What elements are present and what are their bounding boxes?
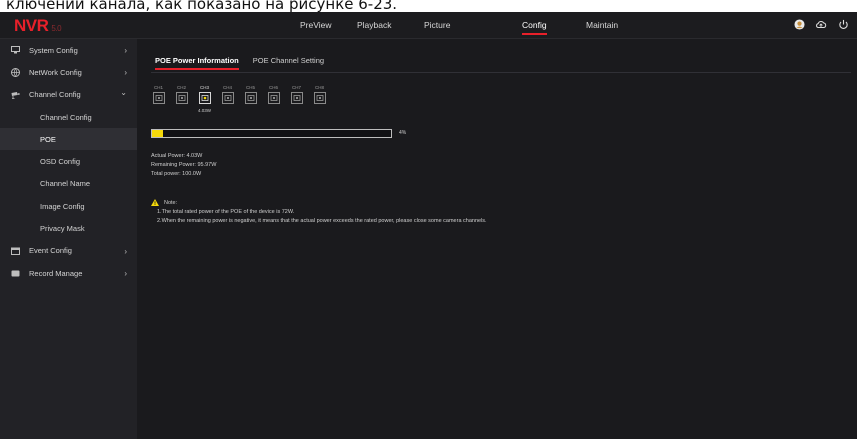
camera-port-icon bbox=[221, 92, 234, 104]
warning-icon bbox=[151, 198, 159, 208]
chevron-right-icon: › bbox=[124, 246, 127, 256]
camera-port-active-icon bbox=[198, 92, 211, 104]
camera-port-icon bbox=[267, 92, 280, 104]
chevron-right-icon: › bbox=[124, 68, 127, 78]
chevron-right-icon: › bbox=[124, 268, 127, 278]
sidebar-subitem-osd-config[interactable]: OSD Config bbox=[0, 150, 137, 172]
globe-icon bbox=[11, 67, 20, 77]
sidebar-item-record-manage[interactable]: Record Manage › bbox=[0, 262, 137, 284]
calendar-icon bbox=[11, 247, 20, 255]
camera-icon bbox=[11, 91, 20, 99]
power-icon[interactable] bbox=[837, 18, 849, 30]
user-icon[interactable] bbox=[793, 18, 805, 30]
camera-port-icon bbox=[290, 92, 303, 104]
main-content: POE Power Information POE Channel Settin… bbox=[137, 39, 857, 439]
note-section: Note: 1.The total rated power of the POE… bbox=[151, 198, 487, 226]
channel-ch1[interactable]: CH1 bbox=[151, 85, 166, 114]
nav-config[interactable]: Config bbox=[522, 20, 547, 35]
nav-picture[interactable]: Picture bbox=[424, 20, 450, 30]
note-title: Note: bbox=[164, 200, 178, 206]
total-power: Total power: 100.0W bbox=[151, 171, 202, 177]
sidebar-item-label: Event Config bbox=[29, 246, 72, 256]
nav-playback[interactable]: Playback bbox=[357, 20, 392, 30]
sidebar-subitem-channel-name[interactable]: Channel Name bbox=[0, 173, 137, 195]
chevron-down-icon: ⌄ bbox=[120, 87, 127, 97]
sidebar-item-label: Privacy Mask bbox=[40, 224, 85, 234]
top-navigation-bar: NVR 5.0 PreView Playback Picture Config M… bbox=[0, 12, 857, 39]
record-icon bbox=[11, 269, 20, 277]
main-nav: PreView Playback Picture Config Maintain bbox=[0, 20, 857, 36]
sidebar-item-label: Channel Config bbox=[40, 112, 92, 122]
channel-ch8[interactable]: CH8 bbox=[312, 85, 327, 114]
sidebar: System Config › NetWork Config › Channel… bbox=[0, 39, 137, 439]
power-usage-bar bbox=[151, 129, 392, 138]
remaining-power: Remaining Power: 95.97W bbox=[151, 162, 217, 168]
sidebar-item-label: Channel Name bbox=[40, 179, 91, 189]
sidebar-item-label: NetWork Config bbox=[29, 67, 82, 77]
tab-poe-power-information[interactable]: POE Power Information bbox=[155, 56, 239, 70]
nav-maintain[interactable]: Maintain bbox=[586, 20, 618, 30]
camera-port-icon bbox=[175, 92, 188, 104]
sidebar-item-network-config[interactable]: NetWork Config › bbox=[0, 61, 137, 83]
power-usage-fill bbox=[152, 130, 163, 137]
camera-port-icon bbox=[152, 92, 165, 104]
channel-ch4[interactable]: CH4 bbox=[220, 85, 235, 114]
channel-ch2[interactable]: CH2 bbox=[174, 85, 189, 114]
sidebar-item-label: POE bbox=[40, 134, 56, 144]
power-usage-percent: 4% bbox=[399, 130, 407, 136]
cloud-icon[interactable] bbox=[815, 18, 827, 30]
tab-divider bbox=[151, 72, 851, 73]
channel-ch7[interactable]: CH7 bbox=[289, 85, 304, 114]
sidebar-subitem-image-config[interactable]: Image Config bbox=[0, 195, 137, 217]
note-line: 2.When the remaining power is negative, … bbox=[157, 218, 487, 224]
channel-ch5[interactable]: CH5 bbox=[243, 85, 258, 114]
camera-port-icon bbox=[313, 92, 326, 104]
sidebar-subitem-privacy-mask[interactable]: Privacy Mask bbox=[0, 217, 137, 239]
sidebar-item-system-config[interactable]: System Config › bbox=[0, 39, 137, 61]
channel-list: CH1 CH2 CH3 4.03W CH4 CH5 CH6 CH7 CH8 bbox=[151, 85, 327, 114]
camera-port-icon bbox=[244, 92, 257, 104]
sidebar-item-label: Image Config bbox=[40, 201, 85, 211]
channel-ch6[interactable]: CH6 bbox=[266, 85, 281, 114]
nav-preview[interactable]: PreView bbox=[300, 20, 332, 30]
sidebar-subitem-poe[interactable]: POE bbox=[0, 128, 137, 151]
note-line: 1.The total rated power of the POE of th… bbox=[157, 209, 295, 215]
sidebar-item-label: Channel Config bbox=[29, 90, 81, 100]
sidebar-item-label: Record Manage bbox=[29, 268, 83, 278]
sidebar-item-event-config[interactable]: Event Config › bbox=[0, 240, 137, 262]
sidebar-item-label: System Config bbox=[29, 45, 78, 55]
power-stats: Actual Power: 4.03W Remaining Power: 95.… bbox=[151, 152, 216, 179]
monitor-icon bbox=[11, 46, 20, 54]
actual-power: Actual Power: 4.03W bbox=[151, 153, 203, 159]
sidebar-item-label: OSD Config bbox=[40, 157, 81, 167]
tab-bar: POE Power Information POE Channel Settin… bbox=[155, 56, 324, 70]
tab-poe-channel-setting[interactable]: POE Channel Setting bbox=[253, 56, 324, 65]
chevron-right-icon: › bbox=[124, 46, 127, 55]
sidebar-subitem-channel-config[interactable]: Channel Config bbox=[0, 106, 137, 128]
sidebar-item-channel-config[interactable]: Channel Config ⌄ bbox=[0, 84, 137, 106]
channel-ch3[interactable]: CH3 4.03W bbox=[197, 85, 212, 114]
